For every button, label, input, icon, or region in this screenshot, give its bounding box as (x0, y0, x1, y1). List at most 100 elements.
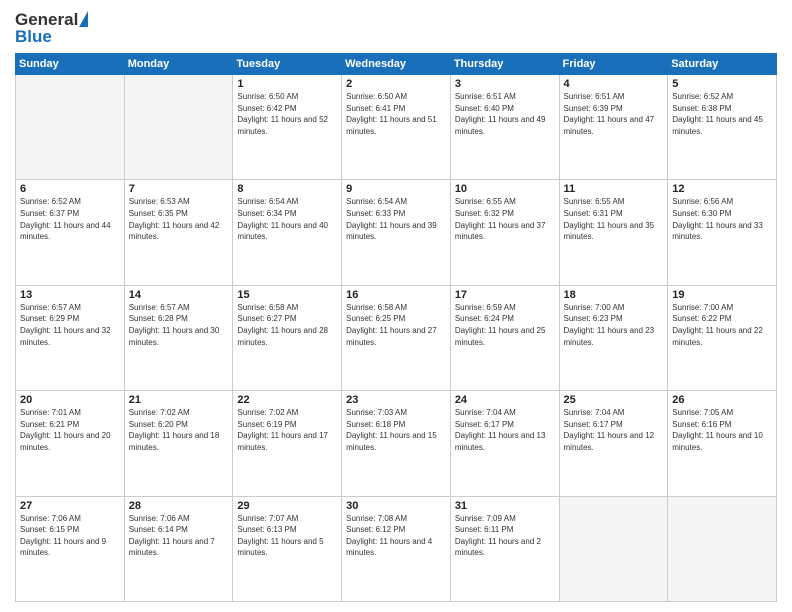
day-info: Sunrise: 6:58 AMSunset: 6:25 PMDaylight:… (346, 303, 437, 347)
day-number: 31 (455, 500, 555, 512)
calendar-cell: 19Sunrise: 7:00 AMSunset: 6:22 PMDayligh… (668, 285, 777, 390)
day-info: Sunrise: 6:55 AMSunset: 6:31 PMDaylight:… (564, 197, 655, 241)
calendar-cell: 16 Sunrise: 6:58 AMSunset: 6:25 PMDayligh… (342, 285, 451, 390)
day-info: Sunrise: 6:57 AMSunset: 6:28 PMDaylight:… (129, 303, 220, 347)
day-info: Sunrise: 6:50 AMSunset: 6:42 PMDaylight:… (237, 92, 328, 136)
weekday-header-wednesday: Wednesday (342, 54, 451, 75)
day-info: Sunrise: 7:02 AMSunset: 6:20 PMDaylight:… (129, 408, 220, 452)
day-number: 30 (346, 500, 446, 512)
weekday-header-tuesday: Tuesday (233, 54, 342, 75)
calendar-cell (16, 75, 125, 180)
day-number: 15 (237, 289, 337, 301)
calendar-week-4: 20 Sunrise: 7:01 AMSunset: 6:21 PMDayligh… (16, 391, 777, 496)
day-info: Sunrise: 7:06 AMSunset: 6:15 PMDaylight:… (20, 514, 106, 558)
calendar-cell: 14 Sunrise: 6:57 AMSunset: 6:28 PMDayligh… (124, 285, 233, 390)
day-number: 3 (455, 78, 555, 90)
day-number: 7 (129, 183, 229, 195)
day-number: 6 (20, 183, 120, 195)
day-number: 16 (346, 289, 446, 301)
weekday-header-monday: Monday (124, 54, 233, 75)
calendar-week-3: 13 Sunrise: 6:57 AMSunset: 6:29 PMDayligh… (16, 285, 777, 390)
day-info: Sunrise: 6:51 AMSunset: 6:39 PMDaylight:… (564, 92, 655, 136)
logo-blue: Blue (15, 27, 52, 47)
day-number: 12 (672, 183, 772, 195)
day-number: 26 (672, 394, 772, 406)
day-info: Sunrise: 7:06 AMSunset: 6:14 PMDaylight:… (129, 514, 215, 558)
day-number: 11 (564, 183, 664, 195)
weekday-header-row: SundayMondayTuesdayWednesdayThursdayFrid… (16, 54, 777, 75)
day-info: Sunrise: 7:03 AMSunset: 6:18 PMDaylight:… (346, 408, 437, 452)
calendar-cell: 10 Sunrise: 6:55 AMSunset: 6:32 PMDayligh… (450, 180, 559, 285)
calendar-cell: 13 Sunrise: 6:57 AMSunset: 6:29 PMDayligh… (16, 285, 125, 390)
day-number: 28 (129, 500, 229, 512)
day-number: 5 (672, 78, 772, 90)
calendar-cell: 22 Sunrise: 7:02 AMSunset: 6:19 PMDayligh… (233, 391, 342, 496)
day-info: Sunrise: 6:56 AMSunset: 6:30 PMDaylight:… (672, 197, 763, 241)
day-info: Sunrise: 7:00 AMSunset: 6:23 PMDaylight:… (564, 303, 655, 347)
calendar-week-2: 6Sunrise: 6:52 AMSunset: 6:37 PMDaylight… (16, 180, 777, 285)
calendar-cell: 7 Sunrise: 6:53 AMSunset: 6:35 PMDaylight… (124, 180, 233, 285)
day-info: Sunrise: 6:55 AMSunset: 6:32 PMDaylight:… (455, 197, 546, 241)
calendar-cell: 12 Sunrise: 6:56 AMSunset: 6:30 PMDayligh… (668, 180, 777, 285)
day-number: 2 (346, 78, 446, 90)
day-info: Sunrise: 7:02 AMSunset: 6:19 PMDaylight:… (237, 408, 328, 452)
calendar-cell (124, 75, 233, 180)
calendar-cell: 25Sunrise: 7:04 AMSunset: 6:17 PMDayligh… (559, 391, 668, 496)
calendar-cell: 31 Sunrise: 7:09 AMSunset: 6:11 PMDayligh… (450, 496, 559, 601)
calendar-cell: 23 Sunrise: 7:03 AMSunset: 6:18 PMDayligh… (342, 391, 451, 496)
day-info: Sunrise: 6:50 AMSunset: 6:41 PMDaylight:… (346, 92, 437, 136)
calendar-cell: 18 Sunrise: 7:00 AMSunset: 6:23 PMDayligh… (559, 285, 668, 390)
day-number: 21 (129, 394, 229, 406)
logo: General Blue (15, 10, 89, 47)
calendar-cell: 2 Sunrise: 6:50 AMSunset: 6:41 PMDaylight… (342, 75, 451, 180)
day-number: 19 (672, 289, 772, 301)
calendar-cell: 24Sunrise: 7:04 AMSunset: 6:17 PMDayligh… (450, 391, 559, 496)
calendar-cell: 8 Sunrise: 6:54 AMSunset: 6:34 PMDaylight… (233, 180, 342, 285)
calendar-cell (668, 496, 777, 601)
calendar-cell: 9Sunrise: 6:54 AMSunset: 6:33 PMDaylight… (342, 180, 451, 285)
day-number: 14 (129, 289, 229, 301)
day-info: Sunrise: 7:04 AMSunset: 6:17 PMDaylight:… (564, 408, 655, 452)
day-number: 18 (564, 289, 664, 301)
day-info: Sunrise: 6:54 AMSunset: 6:34 PMDaylight:… (237, 197, 328, 241)
calendar-cell: 1Sunrise: 6:50 AMSunset: 6:42 PMDaylight… (233, 75, 342, 180)
weekday-header-friday: Friday (559, 54, 668, 75)
calendar-cell: 21 Sunrise: 7:02 AMSunset: 6:20 PMDayligh… (124, 391, 233, 496)
logo-triangle-icon (79, 11, 88, 27)
calendar-cell: 20 Sunrise: 7:01 AMSunset: 6:21 PMDayligh… (16, 391, 125, 496)
weekday-header-saturday: Saturday (668, 54, 777, 75)
day-info: Sunrise: 7:08 AMSunset: 6:12 PMDaylight:… (346, 514, 432, 558)
day-info: Sunrise: 6:51 AMSunset: 6:40 PMDaylight:… (455, 92, 546, 136)
day-number: 29 (237, 500, 337, 512)
day-info: Sunrise: 7:09 AMSunset: 6:11 PMDaylight:… (455, 514, 541, 558)
weekday-header-sunday: Sunday (16, 54, 125, 75)
day-number: 4 (564, 78, 664, 90)
day-number: 23 (346, 394, 446, 406)
day-number: 20 (20, 394, 120, 406)
calendar-cell: 17Sunrise: 6:59 AMSunset: 6:24 PMDayligh… (450, 285, 559, 390)
day-info: Sunrise: 7:05 AMSunset: 6:16 PMDaylight:… (672, 408, 763, 452)
day-number: 22 (237, 394, 337, 406)
calendar-cell: 29 Sunrise: 7:07 AMSunset: 6:13 PMDayligh… (233, 496, 342, 601)
day-number: 27 (20, 500, 120, 512)
calendar-week-1: 1Sunrise: 6:50 AMSunset: 6:42 PMDaylight… (16, 75, 777, 180)
calendar-cell: 3 Sunrise: 6:51 AMSunset: 6:40 PMDaylight… (450, 75, 559, 180)
day-number: 9 (346, 183, 446, 195)
day-info: Sunrise: 6:57 AMSunset: 6:29 PMDaylight:… (20, 303, 111, 347)
day-number: 13 (20, 289, 120, 301)
weekday-header-thursday: Thursday (450, 54, 559, 75)
day-info: Sunrise: 6:52 AMSunset: 6:38 PMDaylight:… (672, 92, 763, 136)
calendar-cell: 11 Sunrise: 6:55 AMSunset: 6:31 PMDayligh… (559, 180, 668, 285)
day-info: Sunrise: 7:07 AMSunset: 6:13 PMDaylight:… (237, 514, 323, 558)
day-number: 10 (455, 183, 555, 195)
day-number: 24 (455, 394, 555, 406)
calendar-cell: 26 Sunrise: 7:05 AMSunset: 6:16 PMDayligh… (668, 391, 777, 496)
day-info: Sunrise: 6:53 AMSunset: 6:35 PMDaylight:… (129, 197, 220, 241)
calendar-cell: 28 Sunrise: 7:06 AMSunset: 6:14 PMDayligh… (124, 496, 233, 601)
page-header: General Blue (15, 10, 777, 47)
calendar-cell: 6Sunrise: 6:52 AMSunset: 6:37 PMDaylight… (16, 180, 125, 285)
calendar-cell: 5 Sunrise: 6:52 AMSunset: 6:38 PMDaylight… (668, 75, 777, 180)
day-number: 8 (237, 183, 337, 195)
calendar-cell: 27 Sunrise: 7:06 AMSunset: 6:15 PMDayligh… (16, 496, 125, 601)
day-info: Sunrise: 7:01 AMSunset: 6:21 PMDaylight:… (20, 408, 111, 452)
